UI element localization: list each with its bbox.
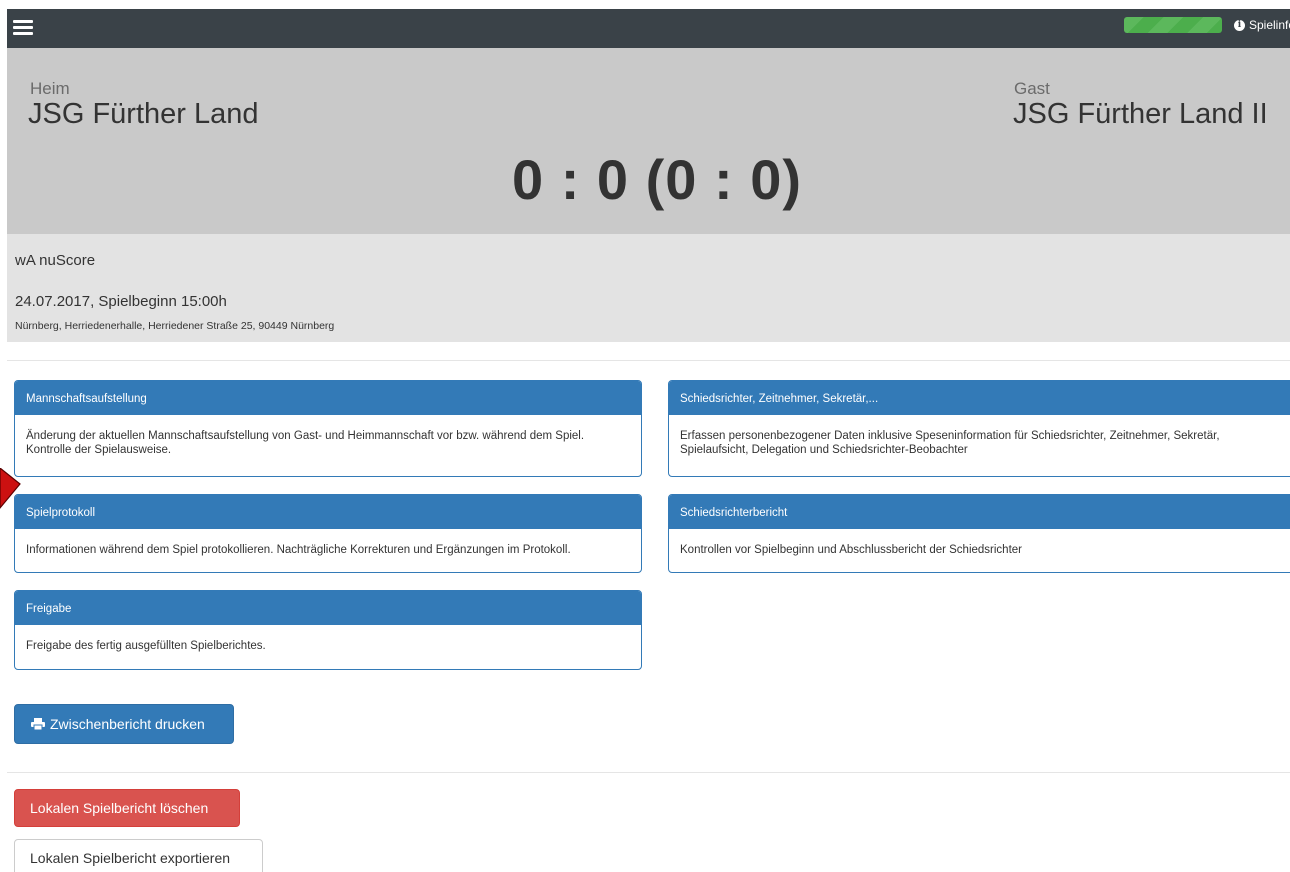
panel-release-body: Freigabe des fertig ausgefüllten Spielbe… xyxy=(26,640,266,652)
panel-lineup[interactable]: Mannschaftsaufstellung Änderung der aktu… xyxy=(14,380,642,477)
panel-release[interactable]: Freigabe Freigabe des fertig ausgefüllte… xyxy=(14,590,642,670)
panel-protocol[interactable]: Spielprotokoll Informationen während dem… xyxy=(14,494,642,573)
home-team-name: JSG Fürther Land xyxy=(28,98,259,130)
divider xyxy=(7,360,1290,361)
panel-protocol-body: Informationen während dem Spiel protokol… xyxy=(26,544,571,556)
info-circle-icon: i xyxy=(1234,19,1245,31)
panel-officials[interactable]: Schiedsrichter, Zeitnehmer, Sekretär,...… xyxy=(668,380,1290,477)
spielinfo-label: Spielinfo xyxy=(1249,18,1290,32)
score-display: 0 : 0 (0 : 0) xyxy=(512,148,802,211)
divider xyxy=(7,772,1290,773)
print-icon xyxy=(31,718,45,730)
spielinfo-button[interactable]: i Spielinfo xyxy=(1234,13,1290,37)
panel-protocol-title: Spielprotokoll xyxy=(15,495,641,529)
sync-progress-bar xyxy=(1124,17,1222,33)
match-info: wA nuScore 24.07.2017, Spielbeginn 15:00… xyxy=(7,234,1290,342)
home-label: Heim xyxy=(30,79,70,98)
delete-local-report-button[interactable]: Lokalen Spielbericht löschen xyxy=(14,789,240,827)
away-label: Gast xyxy=(1014,79,1050,98)
panel-lineup-title: Mannschaftsaufstellung xyxy=(15,381,641,415)
panel-referee-report-title: Schiedsrichterbericht xyxy=(669,495,1290,529)
panel-lineup-body: Änderung der aktuellen Mannschaftsaufste… xyxy=(26,430,585,456)
print-interim-report-button[interactable]: Zwischenbericht drucken xyxy=(14,704,234,744)
panel-referee-report[interactable]: Schiedsrichterbericht Kontrollen vor Spi… xyxy=(668,494,1290,573)
match-date-time: 24.07.2017, Spielbeginn 15:00h xyxy=(15,293,227,310)
match-venue: Nürnberg, Herriedenerhalle, Herriedener … xyxy=(15,320,335,332)
export-local-report-button[interactable]: Lokalen Spielbericht exportieren xyxy=(14,839,263,872)
top-navbar: i Spielinfo xyxy=(7,9,1290,48)
hamburger-menu-icon[interactable] xyxy=(13,20,33,36)
panel-referee-report-body: Kontrollen vor Spielbeginn und Abschluss… xyxy=(680,544,1023,556)
panel-officials-body: Erfassen personenbezogener Daten inklusi… xyxy=(680,430,1220,456)
away-team-name: JSG Fürther Land II xyxy=(1013,98,1268,130)
delete-local-report-label: Lokalen Spielbericht löschen xyxy=(30,800,209,816)
score-header: Heim JSG Fürther Land Gast JSG Fürther L… xyxy=(7,48,1290,234)
competition-name: wA nuScore xyxy=(15,252,96,269)
red-arrow-annotation-icon xyxy=(0,468,21,509)
panel-release-title: Freigabe xyxy=(15,591,641,625)
print-interim-report-label: Zwischenbericht drucken xyxy=(50,716,205,732)
panel-officials-title: Schiedsrichter, Zeitnehmer, Sekretär,... xyxy=(669,381,1290,415)
export-local-report-label: Lokalen Spielbericht exportieren xyxy=(30,850,231,866)
